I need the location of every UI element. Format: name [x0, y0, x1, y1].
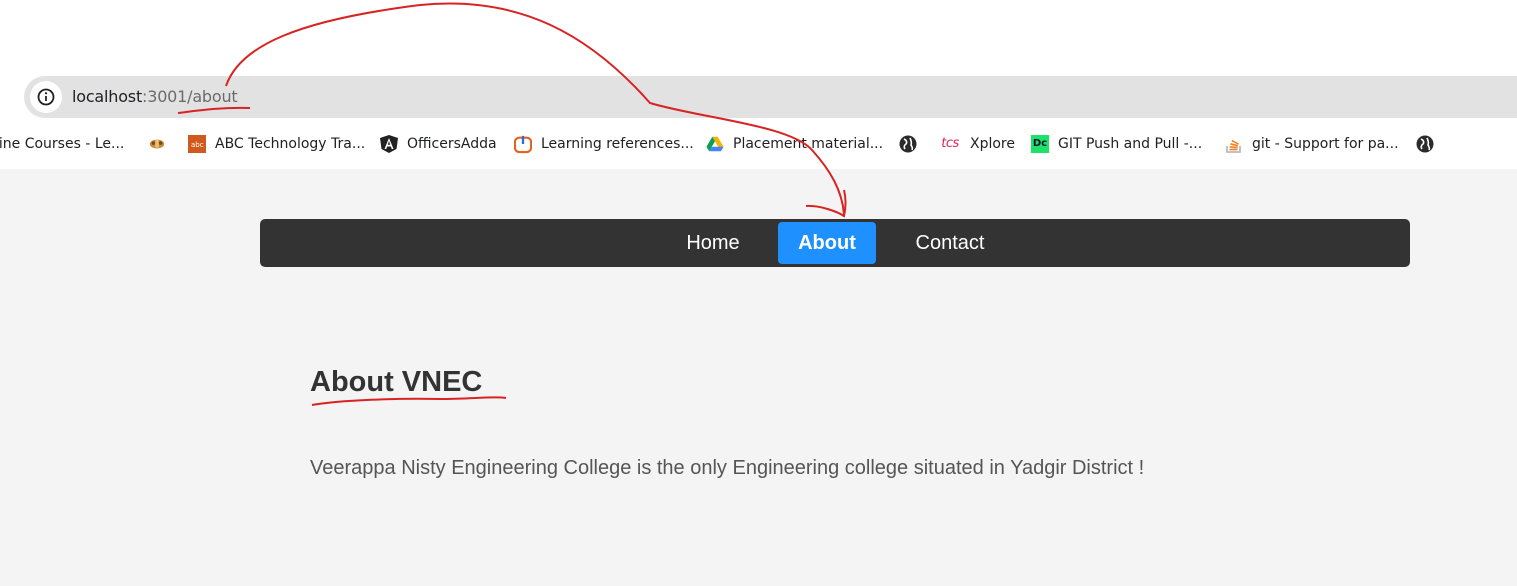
bookmark-globe-1[interactable]	[899, 118, 917, 169]
nav-home-link[interactable]: Home	[672, 222, 754, 264]
nav-about-link[interactable]: About	[778, 222, 876, 264]
url-host: localhost	[72, 87, 143, 106]
drive-icon	[706, 135, 724, 153]
page-description: Veerappa Nisty Engineering College is th…	[310, 457, 1145, 479]
nav-contact-link[interactable]: Contact	[900, 222, 1000, 264]
stackoverflow-icon	[1225, 135, 1243, 153]
url-path: :3001/about	[142, 87, 238, 106]
tcs-icon-text: tcs	[941, 136, 959, 151]
bookmark-label: line Courses - Le...	[0, 135, 125, 152]
bookmark-emblem[interactable]	[148, 118, 166, 169]
dc-icon-text: Dc	[1032, 138, 1048, 149]
url-text[interactable]: localhost:3001/about	[72, 87, 238, 106]
globe-icon	[899, 135, 917, 153]
bookmark-git-support[interactable]: git - Support for pa...	[1225, 118, 1399, 169]
navbar: Home About Contact	[260, 219, 1410, 267]
address-bar[interactable]: localhost:3001/about	[24, 76, 1517, 118]
bookmark-learning-references[interactable]: Learning references...	[514, 118, 694, 169]
bookmark-label: GIT Push and Pull -...	[1058, 135, 1203, 152]
page-content: Home About Contact About VNEC Veerappa N…	[0, 169, 1517, 586]
bookmarks-bar: line Courses - Le... abc ABC Technology …	[0, 118, 1517, 169]
bookmark-officersadda[interactable]: OfficersAdda	[380, 118, 497, 169]
globe-icon	[1416, 135, 1434, 153]
page-title: About VNEC	[310, 366, 483, 398]
angular-icon	[380, 134, 398, 153]
emblem-icon	[148, 135, 166, 153]
bookmark-label: OfficersAdda	[407, 135, 497, 152]
tcs-icon: tcs	[939, 135, 961, 153]
svg-text:abc: abc	[191, 141, 204, 149]
site-info-icon[interactable]	[30, 81, 62, 113]
bookmark-globe-2[interactable]	[1416, 118, 1434, 169]
window-top-area	[0, 0, 1517, 76]
bookmark-xplore[interactable]: tcs Xplore	[939, 118, 1015, 169]
dc-icon: Dc	[1031, 134, 1049, 153]
bookmark-label: ABC Technology Tra...	[215, 135, 366, 152]
bookmark-label: Xplore	[970, 135, 1015, 152]
bookmark-online-courses[interactable]: line Courses - Le...	[0, 118, 124, 169]
bookmark-label: git - Support for pa...	[1252, 135, 1399, 152]
abc-icon: abc	[188, 134, 206, 153]
power-icon	[514, 135, 532, 153]
bookmark-abc-technology[interactable]: abc ABC Technology Tra...	[188, 118, 365, 169]
bookmark-placement-material[interactable]: Placement material...	[706, 118, 883, 169]
bookmark-label: Learning references...	[541, 135, 694, 152]
bookmark-git-push-pull[interactable]: Dc GIT Push and Pull -...	[1031, 118, 1202, 169]
bookmark-label: Placement material...	[733, 135, 884, 152]
